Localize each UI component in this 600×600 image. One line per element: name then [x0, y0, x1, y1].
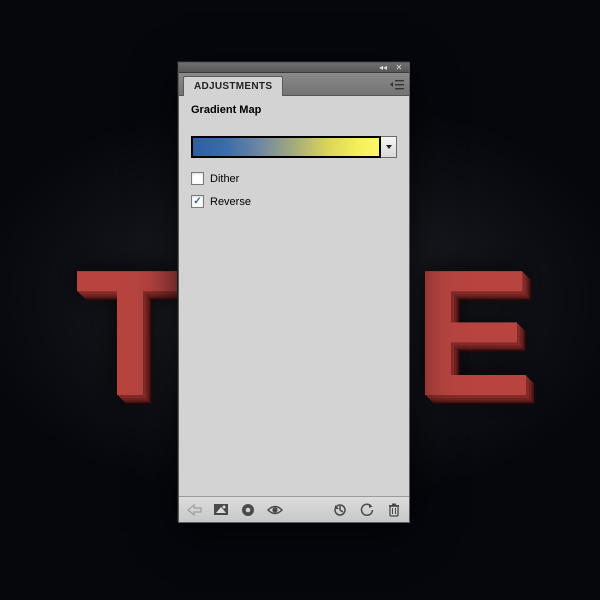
gradient-swatch[interactable]: [191, 136, 381, 158]
reverse-checkbox[interactable]: [191, 195, 204, 208]
visibility-icon[interactable]: [266, 501, 284, 519]
tab-adjustments[interactable]: ADJUSTMENTS: [183, 76, 283, 96]
reset-icon[interactable]: [358, 501, 376, 519]
adjustments-panel: ◂◂ ✕ ADJUSTMENTS Gradient Map Dither: [178, 62, 410, 523]
dither-checkbox[interactable]: [191, 172, 204, 185]
panel-footer: [179, 496, 409, 522]
dither-label: Dither: [210, 173, 239, 185]
adjustment-title: Gradient Map: [191, 104, 397, 116]
close-icon[interactable]: ✕: [393, 64, 405, 71]
tab-label: ADJUSTMENTS: [194, 81, 272, 92]
back-arrow-icon: [185, 501, 203, 519]
gradient-picker-row: [191, 136, 397, 158]
panel-body: Gradient Map Dither Reverse: [179, 96, 409, 496]
trash-icon[interactable]: [385, 501, 403, 519]
panel-drag-bar[interactable]: ◂◂ ✕: [179, 63, 409, 73]
reverse-label: Reverse: [210, 196, 251, 208]
clip-to-layer-icon[interactable]: [239, 501, 257, 519]
collapse-icon[interactable]: ◂◂: [377, 64, 389, 71]
gradient-dropdown-button[interactable]: [381, 136, 397, 158]
previous-state-icon[interactable]: [331, 501, 349, 519]
dither-option: Dither: [191, 172, 397, 185]
panel-tab-bar: ADJUSTMENTS: [179, 73, 409, 96]
flyout-menu-icon[interactable]: [389, 77, 405, 91]
adjustment-defaults-icon[interactable]: [212, 501, 230, 519]
reverse-option: Reverse: [191, 195, 397, 208]
